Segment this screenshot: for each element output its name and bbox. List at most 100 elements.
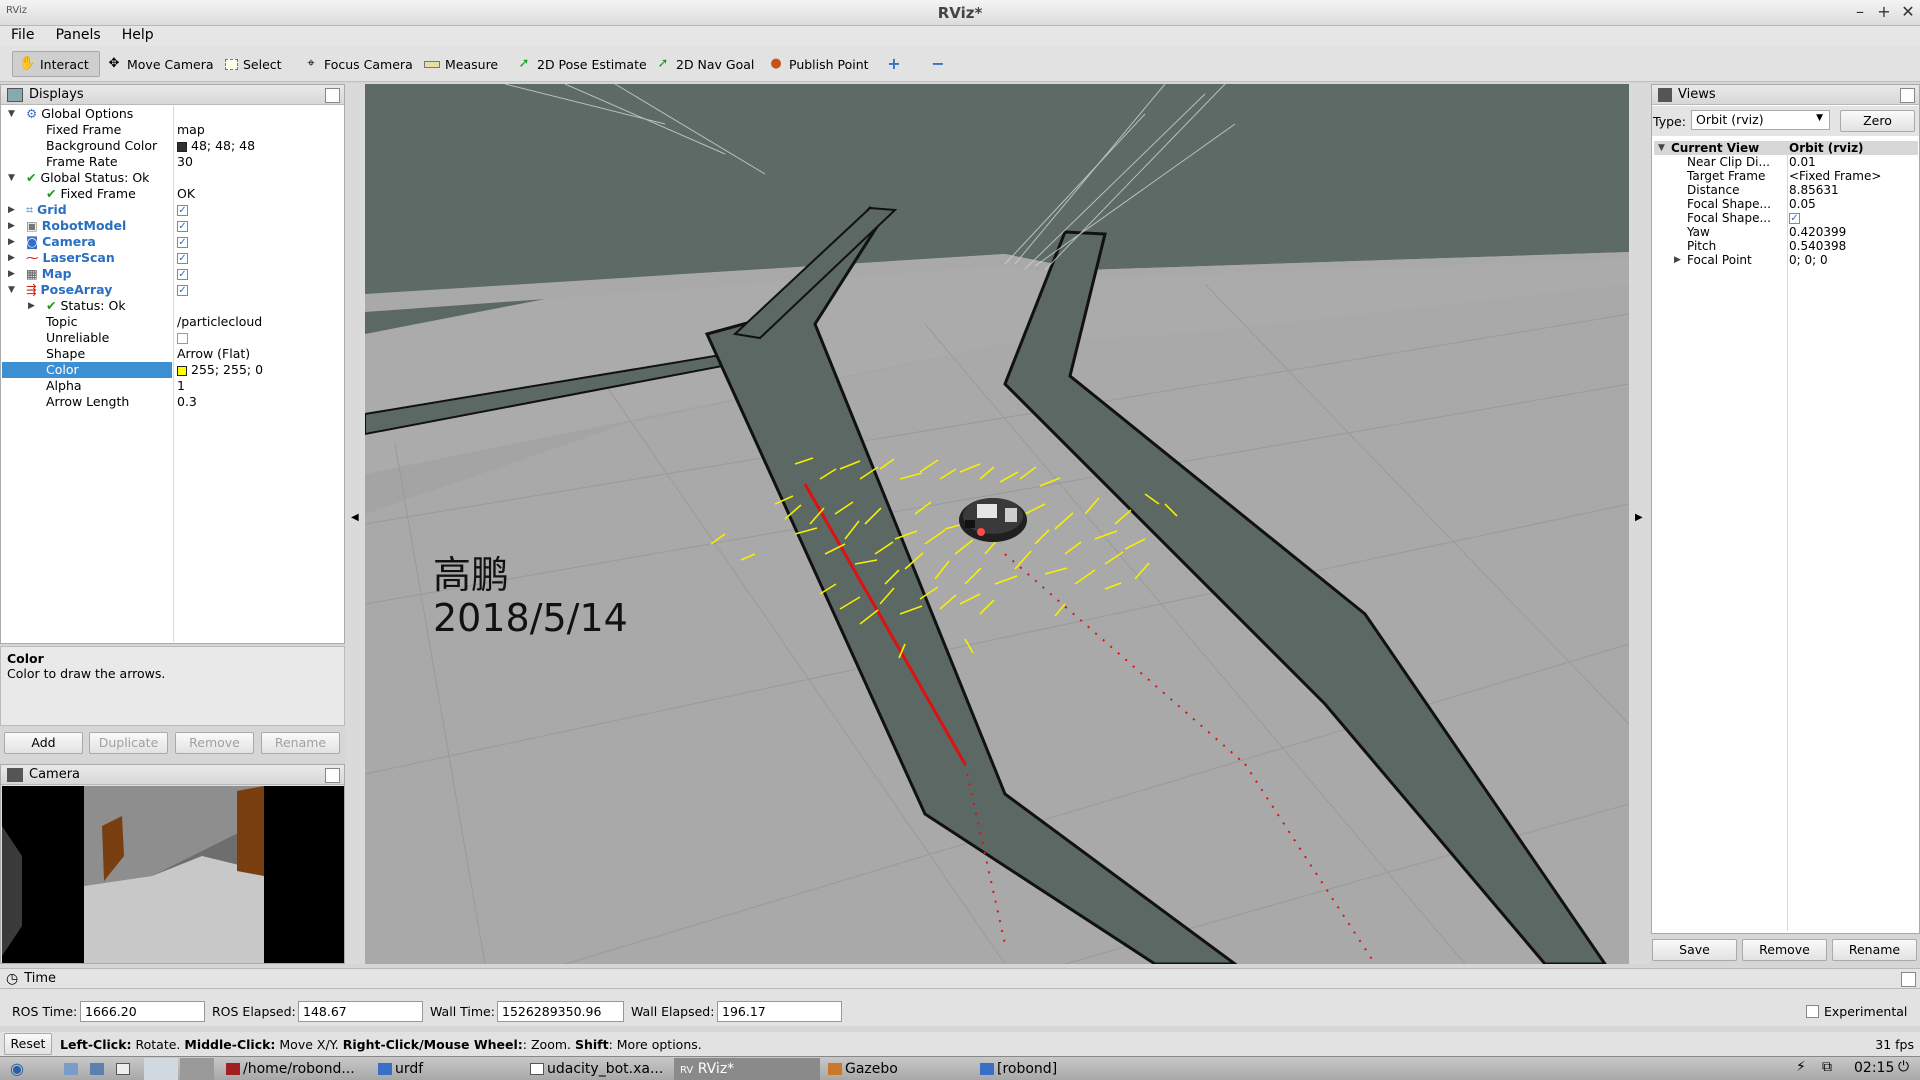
prop-value[interactable]: <Fixed Frame> (1789, 169, 1881, 183)
desktop-button[interactable] (58, 1058, 82, 1080)
start-menu-button[interactable]: ◉ (4, 1058, 48, 1080)
shape-value[interactable]: Arrow (Flat) (177, 346, 250, 362)
tool-publish-point[interactable]: ● Publish Point (762, 51, 875, 77)
color-value[interactable]: 255; 255; 0 (177, 362, 263, 378)
add-tool-button[interactable]: + (880, 51, 908, 77)
tool-measure[interactable]: Measure (418, 51, 504, 77)
collapse-arrow-icon[interactable]: ▶ (1674, 253, 1684, 267)
map-scene[interactable] (365, 84, 1629, 964)
power-plug-icon[interactable]: ⚡ (1796, 1059, 1806, 1075)
prop-value[interactable]: 0; 0; 0 (1789, 253, 1828, 267)
posearray-enable-checkbox[interactable]: ✓ (177, 282, 188, 298)
prop-value[interactable]: 0.540398 (1789, 239, 1846, 253)
focal-shape-fixed-checkbox[interactable]: ✓ (1789, 211, 1800, 225)
menu-help[interactable]: Help (111, 26, 160, 43)
right-dock-collapse-column[interactable]: ▶ (1629, 84, 1651, 964)
save-view-button[interactable]: Save (1652, 939, 1737, 961)
prop-value[interactable]: 0.01 (1789, 155, 1816, 169)
tool-2d-nav-goal[interactable]: ➚ 2D Nav Goal (649, 51, 760, 77)
rename-display-button[interactable]: Rename (261, 732, 340, 754)
prop-row[interactable]: Distance 8.85631 (1654, 183, 1918, 197)
zero-button[interactable]: Zero (1840, 110, 1915, 132)
prop-row[interactable]: Pitch 0.540398 (1654, 239, 1918, 253)
remove-tool-button[interactable]: − (924, 51, 952, 77)
fixed-frame-value[interactable]: map (177, 122, 205, 138)
network-icon[interactable]: ⧉ (1822, 1059, 1832, 1075)
unreliable-checkbox[interactable] (177, 330, 188, 346)
alpha-value[interactable]: 1 (177, 378, 185, 394)
collapse-right-arrow-icon[interactable]: ▶ (1635, 512, 1643, 523)
prop-row[interactable]: Target Frame <Fixed Frame> (1654, 169, 1918, 183)
column-divider[interactable] (173, 106, 174, 642)
frame-rate-value[interactable]: 30 (177, 154, 193, 170)
left-dock-collapse-column[interactable]: ◀ (345, 84, 365, 964)
task-rviz[interactable]: RV RViz* (674, 1058, 820, 1080)
maximize-button[interactable]: + (1874, 2, 1894, 22)
experimental-checkbox[interactable] (1806, 1005, 1819, 1018)
camera-enable-checkbox[interactable]: ✓ (177, 234, 188, 250)
collapse-left-arrow-icon[interactable]: ◀ (351, 512, 359, 523)
terminal-launcher-button[interactable] (110, 1058, 138, 1080)
background-color-value[interactable]: 48; 48; 48 (177, 138, 255, 154)
prop-value[interactable]: 8.85631 (1789, 183, 1839, 197)
task-terminal[interactable]: /home/robond... (220, 1058, 370, 1080)
workspace-2[interactable] (180, 1058, 214, 1080)
view-type-select[interactable]: Orbit (rviz) ▼ (1691, 110, 1830, 130)
taskbar-clock[interactable]: 02:15 (1854, 1060, 1894, 1076)
tool-select[interactable]: Select (219, 51, 288, 77)
workspace-1[interactable] (144, 1058, 178, 1080)
render-viewport[interactable]: 高鹏 2018/5/14 (365, 84, 1629, 964)
add-display-button[interactable]: Add (4, 732, 83, 754)
collapse-arrow-icon[interactable]: ▶ (28, 298, 38, 314)
collapse-arrow-icon[interactable]: ▶ (8, 234, 18, 250)
collapse-arrow-icon[interactable]: ▶ (8, 266, 18, 282)
expand-arrow-icon[interactable]: ▼ (8, 282, 18, 298)
task-urdf[interactable]: urdf (372, 1058, 522, 1080)
collapse-arrow-icon[interactable]: ▶ (8, 202, 18, 218)
tool-focus-camera[interactable]: ⌖ Focus Camera (297, 51, 419, 77)
arrow-length-value[interactable]: 0.3 (177, 394, 197, 410)
robotmodel-enable-checkbox[interactable]: ✓ (177, 218, 188, 234)
ros-time-field[interactable]: 1666.20 (80, 1001, 205, 1022)
current-view-row[interactable]: ▼ Current View Orbit (rviz) (1654, 141, 1918, 155)
grid-enable-checkbox[interactable]: ✓ (177, 202, 188, 218)
undock-button[interactable] (325, 88, 340, 103)
ros-elapsed-field[interactable]: 148.67 (298, 1001, 423, 1022)
undock-button[interactable] (325, 768, 340, 783)
wall-elapsed-field[interactable]: 196.17 (717, 1001, 842, 1022)
remove-display-button[interactable]: Remove (175, 732, 254, 754)
map-enable-checkbox[interactable]: ✓ (177, 266, 188, 282)
close-button[interactable]: ✕ (1898, 2, 1918, 22)
tool-move-camera[interactable]: ✥ Move Camera (100, 51, 220, 77)
prop-row[interactable]: Focal Shape... 0.05 (1654, 197, 1918, 211)
menu-file[interactable]: File (0, 26, 40, 43)
prop-row[interactable]: Near Clip Di... 0.01 (1654, 155, 1918, 169)
menu-panels[interactable]: Panels (45, 26, 107, 43)
rename-view-button[interactable]: Rename (1832, 939, 1917, 961)
prop-value[interactable]: 0.05 (1789, 197, 1816, 211)
minimize-button[interactable]: – (1850, 2, 1870, 22)
files-button[interactable] (84, 1058, 108, 1080)
undock-button[interactable] (1900, 88, 1915, 103)
wall-time-field[interactable]: 1526289350.96 (497, 1001, 624, 1022)
remove-view-button[interactable]: Remove (1742, 939, 1827, 961)
reset-button[interactable]: Reset (4, 1033, 52, 1055)
prop-value[interactable]: 0.420399 (1789, 225, 1846, 239)
collapse-arrow-icon[interactable]: ▶ (8, 250, 18, 266)
task-udacity-bot[interactable]: udacity_bot.xa... (524, 1058, 674, 1080)
duplicate-display-button[interactable]: Duplicate (89, 732, 168, 754)
prop-row[interactable]: ▶ Focal Point 0; 0; 0 (1654, 253, 1918, 267)
collapse-arrow-icon[interactable]: ▶ (8, 218, 18, 234)
power-icon[interactable]: ⏻ (1898, 1059, 1909, 1075)
prop-row[interactable]: Focal Shape... ✓ (1654, 211, 1918, 225)
undock-button[interactable] (1901, 972, 1916, 987)
expand-arrow-icon[interactable]: ▼ (8, 106, 18, 122)
task-robond[interactable]: [robond] (974, 1058, 1124, 1080)
task-gazebo[interactable]: Gazebo (822, 1058, 972, 1080)
expand-arrow-icon[interactable]: ▼ (1658, 141, 1668, 155)
tool-2d-pose-estimate[interactable]: ➚ 2D Pose Estimate (510, 51, 653, 77)
expand-arrow-icon[interactable]: ▼ (8, 170, 18, 186)
laserscan-enable-checkbox[interactable]: ✓ (177, 250, 188, 266)
topic-value[interactable]: /particlecloud (177, 314, 262, 330)
prop-row[interactable]: Yaw 0.420399 (1654, 225, 1918, 239)
